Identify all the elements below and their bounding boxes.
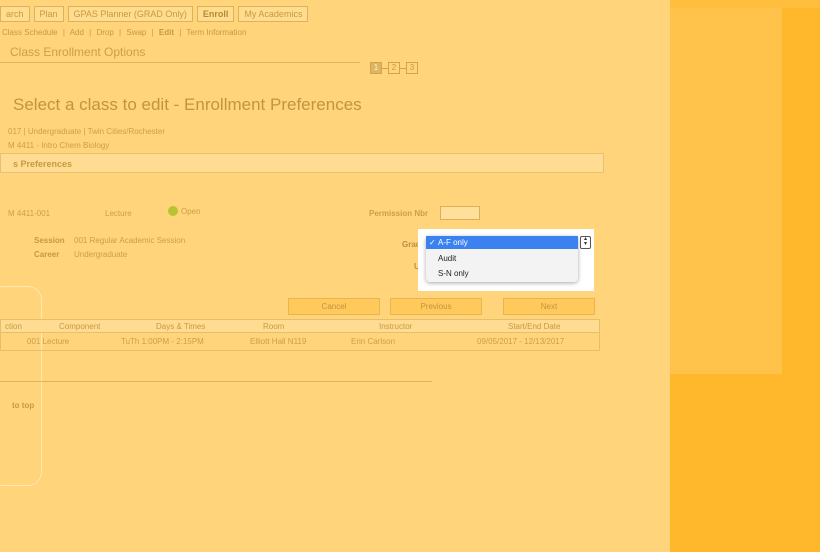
step-3: 3 <box>406 62 418 74</box>
tab-plan[interactable]: Plan <box>33 6 64 22</box>
tab-enroll[interactable]: Enroll <box>196 6 235 22</box>
cell-days-times: TuTh 1:00PM - 2:15PM <box>121 337 204 346</box>
table-row: 001 Lecture TuTh 1:00PM - 2:15PM Elliott… <box>0 333 600 351</box>
grading-dropdown-menu[interactable]: ✓ A-F only Audit S-N only <box>426 236 578 282</box>
subnav-sep: | <box>151 28 154 37</box>
check-icon: ✓ <box>429 238 436 247</box>
subnav-term-information[interactable]: Term Information <box>186 28 246 37</box>
subnav-drop[interactable]: Drop <box>96 28 113 37</box>
status-text: Open <box>181 206 201 216</box>
class-status: Open <box>168 206 201 216</box>
step-2: 2 <box>388 62 400 74</box>
subnav-swap[interactable]: Swap <box>126 28 146 37</box>
tab-search[interactable]: arch <box>0 6 30 22</box>
tab-my-academics[interactable]: My Academics <box>238 6 309 22</box>
cell-instructor: Erin Carlson <box>351 337 396 346</box>
step-1: 1 <box>370 62 382 74</box>
back-to-top-link[interactable]: to top <box>12 401 34 410</box>
preferences-header: s Preferences <box>0 153 604 173</box>
career-label: Career <box>34 250 60 259</box>
right-panel-inner <box>670 8 782 374</box>
permission-number-input[interactable] <box>440 206 480 220</box>
col-section: ction <box>5 322 22 331</box>
class-section: M 4411-001 <box>8 209 51 218</box>
page-heading: Select a class to edit - Enrollment Pref… <box>13 95 362 114</box>
col-days-times: Days & Times <box>156 322 206 331</box>
subnav-edit[interactable]: Edit <box>159 28 174 37</box>
open-status-icon <box>168 206 178 216</box>
subnav-sep: | <box>62 28 65 37</box>
subnav-add[interactable]: Add <box>70 28 84 37</box>
option-label: A-F only <box>438 238 468 247</box>
enrollment-page: arch Plan GPAS Planner (GRAD Only) Enrol… <box>0 0 670 552</box>
subnav-class-schedule[interactable]: Class Schedule <box>2 28 58 37</box>
cancel-button[interactable]: Cancel <box>288 298 380 315</box>
select-stepper-icon[interactable]: ▴ ▾ <box>580 236 591 249</box>
permission-label: Permission Nbr <box>369 209 429 218</box>
cell-room: Elliott Hall N119 <box>250 337 307 346</box>
footer-divider <box>0 381 432 382</box>
cell-component: 001 Lecture <box>27 337 70 346</box>
term-info: 017 | Undergraduate | Twin Cities/Roches… <box>8 127 165 136</box>
session-label: Session <box>34 236 65 245</box>
grading-option-sn[interactable]: S-N only <box>426 267 578 280</box>
col-component: Component <box>59 322 101 331</box>
previous-button[interactable]: Previous <box>390 298 482 315</box>
tab-gpas-planner[interactable]: GPAS Planner (GRAD Only) <box>67 6 193 22</box>
cell-start-end-date: 09/05/2017 - 12/13/2017 <box>477 337 565 346</box>
class-table-header: ction Component Days & Times Room Instru… <box>0 319 600 333</box>
right-panel-top <box>670 0 820 8</box>
session-value: 001 Regular Academic Session <box>74 236 186 245</box>
class-component: Lecture <box>105 209 132 218</box>
col-instructor: Instructor <box>379 322 413 331</box>
subnav-sep: | <box>179 28 182 37</box>
section-title: Class Enrollment Options <box>10 45 146 59</box>
next-button[interactable]: Next <box>503 298 595 315</box>
step-indicator: 1 2 3 <box>370 62 418 74</box>
career-value: Undergraduate <box>74 250 128 259</box>
col-start-end-date: Start/End Date <box>508 322 561 331</box>
title-divider <box>0 62 360 63</box>
top-nav: arch Plan GPAS Planner (GRAD Only) Enrol… <box>0 6 309 22</box>
course-info: M 4411 - Intro Chem Biology <box>8 141 110 150</box>
grading-option-audit[interactable]: Audit <box>426 252 578 265</box>
subnav-sep: | <box>89 28 92 37</box>
grading-option-af[interactable]: ✓ A-F only <box>426 236 578 249</box>
subnav-sep: | <box>119 28 122 37</box>
sub-nav: Class Schedule | Add | Drop | Swap | Edi… <box>2 28 249 37</box>
col-room: Room <box>263 322 285 331</box>
